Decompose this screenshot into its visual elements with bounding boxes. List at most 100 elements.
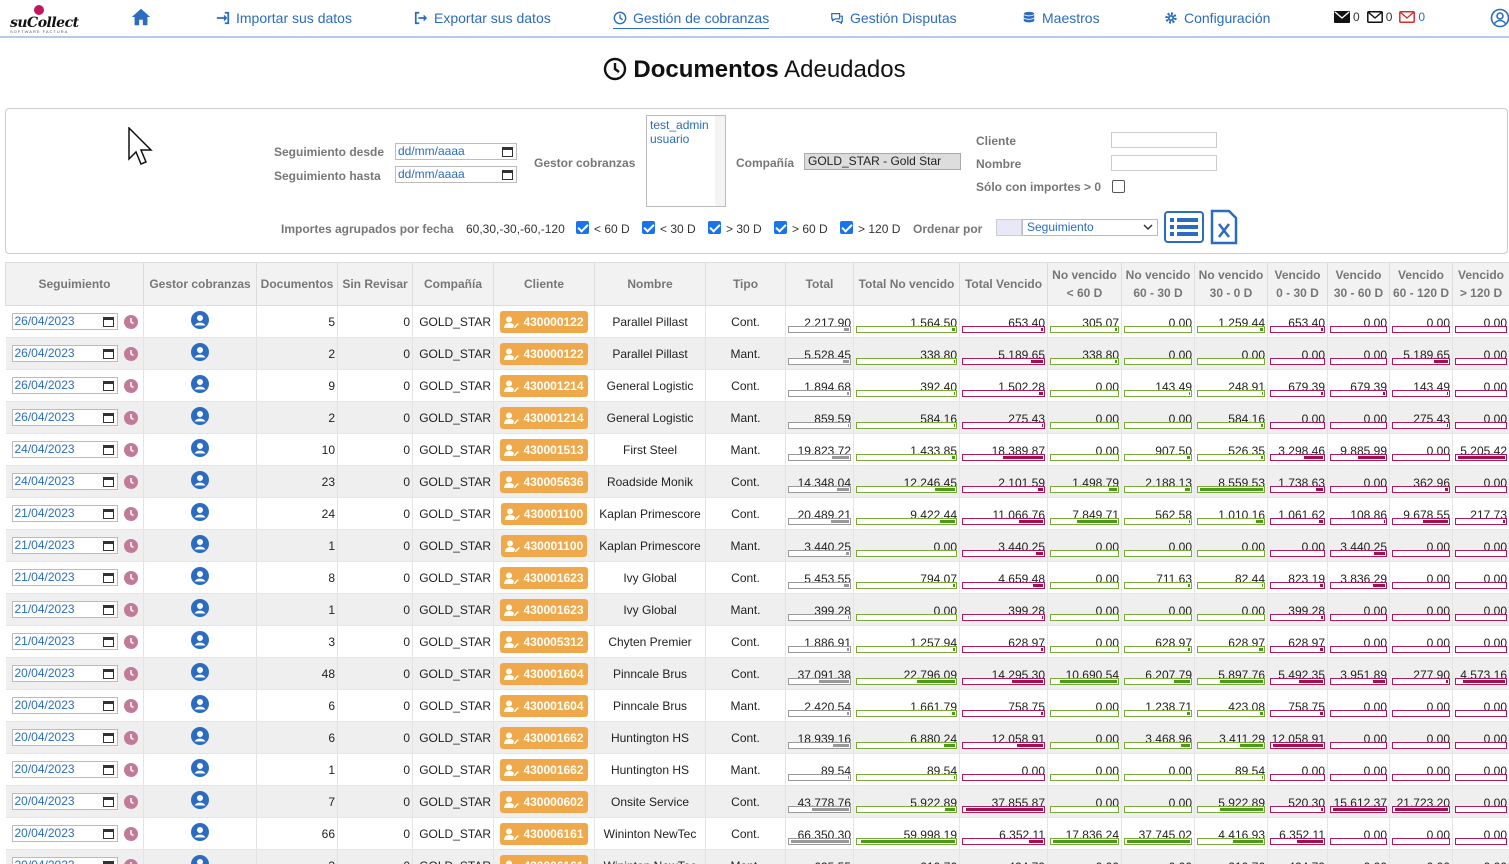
cliente-button[interactable]: 430001623	[500, 598, 588, 621]
seguimiento-date-input[interactable]: 26/04/2023	[11, 313, 118, 330]
cliente-button[interactable]: 430001623	[500, 566, 588, 589]
list-view-button[interactable]	[1164, 211, 1204, 243]
cliente-button[interactable]: 430006161	[500, 854, 588, 864]
seguimiento-date-input[interactable]: 24/04/2023	[11, 441, 118, 458]
calendar-icon[interactable]	[102, 508, 114, 519]
cliente-button[interactable]: 430001214	[500, 374, 588, 397]
user-circle-icon[interactable]	[191, 855, 209, 864]
calendar-icon[interactable]	[102, 796, 114, 807]
clock-icon[interactable]	[123, 666, 138, 681]
user-circle-icon[interactable]	[191, 727, 209, 745]
seguimiento-date-input[interactable]: 20/04/2023	[11, 825, 118, 842]
clock-icon[interactable]	[123, 474, 138, 489]
user-circle-icon[interactable]	[191, 695, 209, 713]
clock-icon[interactable]	[123, 378, 138, 393]
seguimiento-date-input[interactable]: 20/04/2023	[11, 697, 118, 714]
seguimiento-date-input[interactable]: 26/04/2023	[11, 377, 118, 394]
column-header[interactable]: Tipo	[705, 262, 786, 306]
column-header[interactable]: Gestor cobranzas	[143, 262, 257, 306]
user-circle-icon[interactable]	[191, 535, 209, 553]
calendar-icon[interactable]	[102, 412, 114, 423]
clock-icon[interactable]	[123, 858, 138, 864]
cliente-button[interactable]: 430006161	[500, 822, 588, 845]
calendar-icon[interactable]	[102, 476, 114, 487]
seguimiento-date-input[interactable]: 21/04/2023	[11, 537, 118, 554]
calendar-icon[interactable]	[102, 860, 114, 864]
solo-importes-checkbox[interactable]	[1112, 180, 1125, 193]
calendar-icon[interactable]	[102, 316, 114, 327]
column-header[interactable]: Vencido 0 - 30 D	[1267, 262, 1328, 306]
column-header[interactable]: Total Vencido	[959, 262, 1048, 306]
gestor-option[interactable]: usuario	[650, 132, 722, 146]
user-circle-icon[interactable]	[191, 343, 209, 361]
calendar-icon[interactable]	[102, 572, 114, 583]
seguimiento-date-input[interactable]: 20/04/2023	[11, 857, 118, 864]
clock-icon[interactable]	[123, 410, 138, 425]
seguimiento-date-input[interactable]: 21/04/2023	[11, 601, 118, 618]
column-header[interactable]: Compañía	[412, 262, 494, 306]
user-circle-icon[interactable]	[191, 311, 209, 329]
calendar-icon[interactable]	[102, 380, 114, 391]
nombre-input[interactable]	[1111, 155, 1217, 171]
nav-configuracion[interactable]: Configuración	[1164, 10, 1270, 26]
gestor-option[interactable]: test_admin	[650, 118, 722, 132]
column-header[interactable]: Seguimiento	[5, 262, 144, 306]
clock-icon[interactable]	[123, 442, 138, 457]
column-header[interactable]: Cliente	[493, 262, 595, 306]
listbox-scrollbar[interactable]	[715, 116, 725, 206]
excel-export-icon[interactable]	[1210, 209, 1238, 245]
envelope-alert-icon[interactable]	[1399, 11, 1416, 23]
cliente-button[interactable]: 430000602	[500, 790, 588, 813]
nav-exportar[interactable]: Exportar sus datos	[414, 10, 551, 26]
user-account-icon[interactable]	[1490, 8, 1509, 28]
calendar-icon[interactable]	[102, 764, 114, 775]
seguimiento-date-input[interactable]: 26/04/2023	[11, 345, 118, 362]
user-circle-icon[interactable]	[191, 375, 209, 393]
user-circle-icon[interactable]	[191, 471, 209, 489]
bucket-gt60-checkbox[interactable]	[774, 221, 787, 234]
logo[interactable]: suCollect SOFTWARE FACTURA	[4, 3, 114, 35]
user-circle-icon[interactable]	[191, 599, 209, 617]
bucket-gt120-checkbox[interactable]	[840, 221, 853, 234]
cliente-button[interactable]: 430001100	[500, 502, 588, 525]
clock-icon[interactable]	[123, 506, 138, 521]
clock-icon[interactable]	[123, 538, 138, 553]
calendar-icon[interactable]	[102, 540, 114, 551]
cliente-button[interactable]: 430000122	[500, 310, 588, 333]
clock-icon[interactable]	[123, 762, 138, 777]
column-header[interactable]: Vencido 60 - 120 D	[1389, 262, 1453, 306]
calendar-icon[interactable]	[102, 636, 114, 647]
user-circle-icon[interactable]	[191, 567, 209, 585]
cliente-button[interactable]: 430001604	[500, 694, 588, 717]
seguimiento-date-input[interactable]: 26/04/2023	[11, 409, 118, 426]
column-header[interactable]: Vencido > 120 D	[1452, 262, 1509, 306]
cliente-button[interactable]: 430001100	[500, 534, 588, 557]
bucket-30-checkbox[interactable]	[642, 221, 655, 234]
clock-icon[interactable]	[123, 698, 138, 713]
bucket-60-checkbox[interactable]	[576, 221, 589, 234]
user-circle-icon[interactable]	[191, 503, 209, 521]
seguimiento-date-input[interactable]: 20/04/2023	[11, 665, 118, 682]
clock-icon[interactable]	[123, 314, 138, 329]
clock-icon[interactable]	[123, 826, 138, 841]
cliente-button[interactable]: 430001513	[500, 438, 588, 461]
column-header[interactable]: Total No vencido	[853, 262, 960, 306]
column-header[interactable]: Nombre	[594, 262, 706, 306]
seguimiento-hasta-input[interactable]: dd/mm/aaaa	[395, 166, 517, 183]
seguimiento-date-input[interactable]: 20/04/2023	[11, 793, 118, 810]
seguimiento-date-input[interactable]: 24/04/2023	[11, 473, 118, 490]
seguimiento-date-input[interactable]: 20/04/2023	[11, 761, 118, 778]
calendar-icon[interactable]	[102, 604, 114, 615]
user-circle-icon[interactable]	[191, 631, 209, 649]
column-header[interactable]: Documentos	[256, 262, 338, 306]
seguimiento-date-input[interactable]: 21/04/2023	[11, 569, 118, 586]
column-header[interactable]: Total	[785, 262, 854, 306]
seguimiento-date-input[interactable]: 21/04/2023	[11, 505, 118, 522]
nav-importar[interactable]: Importar sus datos	[216, 10, 352, 26]
cliente-button[interactable]: 430005636	[500, 470, 588, 493]
clock-icon[interactable]	[123, 794, 138, 809]
gestor-cobranzas-listbox[interactable]: test_admin usuario	[646, 115, 726, 207]
nav-maestros[interactable]: Maestros	[1022, 10, 1100, 26]
user-circle-icon[interactable]	[191, 823, 209, 841]
home-icon[interactable]	[130, 6, 152, 28]
